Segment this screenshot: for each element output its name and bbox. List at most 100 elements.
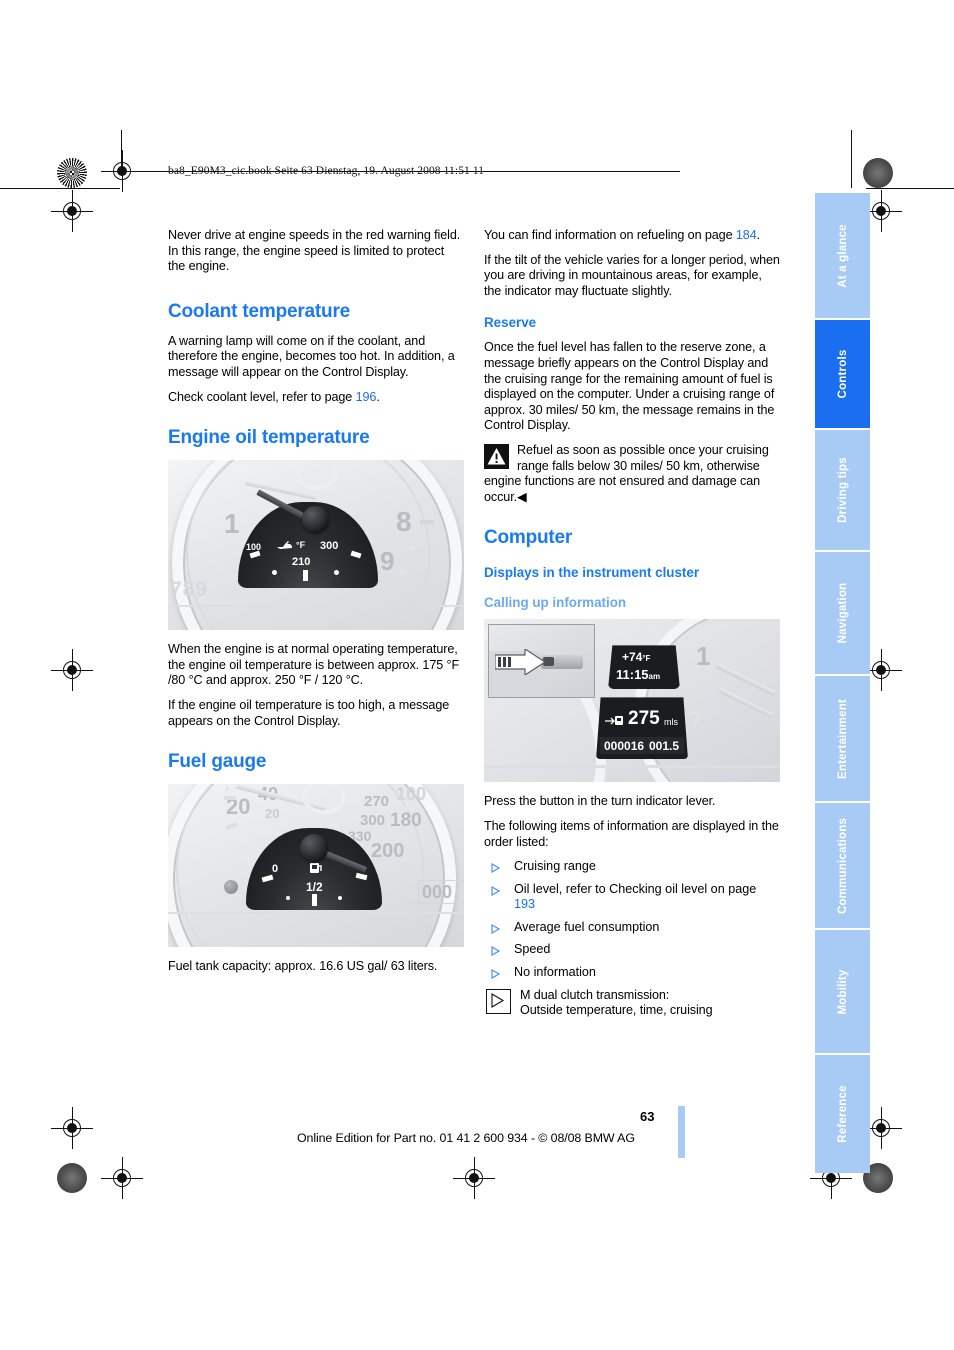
lcd-range-odometer: 275 mls 000016 001.5 — [596, 697, 688, 760]
list-item-label: Cruising range — [514, 859, 596, 874]
fuel-capacity-paragraph: Fuel tank capacity: approx. 16.6 US gal/… — [168, 959, 438, 974]
cluster-tach-number: 1 — [696, 641, 711, 672]
list-item-label: Average fuel consumption — [514, 919, 660, 934]
engine-oil-paragraph-1: When the engine is at normal operating t… — [168, 642, 460, 688]
speedo-number-270: 270 — [364, 793, 390, 811]
coolant-paragraph-1: A warning lamp will come on if the coola… — [168, 333, 455, 379]
odometer-fragment: 789 — [170, 578, 209, 602]
page-link-193[interactable]: 193 — [514, 897, 535, 911]
trim-line-upper-left-h — [0, 188, 120, 189]
list-item-label: Speed — [514, 942, 551, 957]
heading-fuel-gauge: Fuel gauge — [168, 751, 267, 773]
sidebar-tab-label: Controls — [836, 349, 849, 399]
cruising-range-value: 275 — [628, 708, 660, 730]
crosshair-left-upper — [51, 190, 93, 232]
triangle-bullet-icon — [491, 945, 501, 957]
sidebar-tab-label: Driving tips — [836, 457, 849, 523]
oil-can-icon — [277, 541, 292, 550]
inset-turn-indicator-lever — [488, 624, 595, 699]
speedo-tick-left-a — [224, 796, 236, 801]
fuel-empty-label: 0 — [272, 863, 279, 876]
coolant-p2-prefix: Check coolant level, refer to page — [168, 389, 356, 404]
page-link-184[interactable]: 184 — [736, 228, 757, 242]
reserve-paragraph-1: Once the fuel level has fallen to the re… — [484, 340, 775, 433]
triangle-bullet-icon — [491, 862, 501, 874]
heading-displays-in-instrument-cluster: Displays in the instrument cluster — [484, 565, 700, 581]
crosshair-right-mid — [860, 649, 902, 691]
clock-value: 11:15am — [616, 667, 661, 683]
sidebar-tab-communications[interactable]: Communications — [815, 803, 870, 928]
crosshair-top-right — [860, 190, 902, 232]
crosshair-right-lower — [860, 1107, 902, 1149]
list-item: Speed — [484, 942, 780, 958]
sidebar-tab-label: Navigation — [836, 582, 849, 644]
clock-suffix: am — [648, 672, 661, 682]
sidebar-tab-navigation[interactable]: Navigation — [815, 552, 870, 674]
oil-temp-mid-label: 210 — [292, 556, 311, 569]
intro-paragraph: Never drive at engine speeds in the red … — [168, 228, 461, 274]
page-link-196[interactable]: 196 — [356, 390, 377, 404]
refuel-suffix: . — [756, 228, 761, 242]
heading-reserve: Reserve — [484, 315, 537, 331]
trim-line-top-right-h — [866, 188, 954, 189]
fuel-pump-icon — [310, 863, 322, 874]
halftone-target-top-right — [863, 158, 893, 188]
dct-note-line-2: Outside temperature, time, cruising — [520, 1003, 713, 1018]
speedo-number-100: 100 — [396, 784, 427, 805]
boxed-triangle-icon — [486, 988, 511, 1014]
speedo-number-300: 300 — [360, 812, 386, 830]
engine-oil-paragraph-2: If the engine oil temperature is too hig… — [168, 697, 450, 728]
coolant-p2-suffix: . — [376, 389, 380, 404]
triangle-bullet-icon — [491, 885, 501, 896]
oil-temp-unit-label: °F — [296, 540, 306, 551]
heading-coolant-temperature: Coolant temperature — [168, 300, 351, 322]
range-fuel-icon — [605, 716, 623, 726]
figure-watermark — [771, 722, 778, 778]
oil-temp-tick-center — [303, 570, 308, 582]
outside-temperature-value: +74°F — [622, 650, 651, 665]
sidebar-tab-entertainment[interactable]: Entertainment — [815, 676, 870, 801]
speedo-number-180: 180 — [390, 810, 422, 832]
sidebar-tab-controls[interactable]: Controls — [815, 320, 870, 428]
list-item: Oil level, refer to Checking oil level o… — [484, 882, 780, 913]
list-item-label: No information — [514, 965, 596, 980]
oil-temp-max-label: 300 — [320, 540, 339, 553]
list-item: Cruising range — [484, 859, 780, 875]
sidebar-tab-at-a-glance[interactable]: At a glance — [815, 193, 870, 318]
fuel-odometer-fragment: 000 — [422, 882, 453, 903]
footer-text: Online Edition for Part no. 01 41 2 600 … — [297, 1131, 635, 1145]
halftone-target-top-left — [57, 158, 87, 188]
figure-watermark — [455, 887, 462, 943]
tach-number-1: 1 — [224, 508, 240, 540]
crosshair-left-mid — [51, 649, 93, 691]
list-item: No information — [484, 965, 780, 981]
sidebar-tab-mobility[interactable]: Mobility — [815, 930, 870, 1053]
lcd-temperature-clock: +74°F 11:15am — [608, 645, 680, 690]
trim-line-top-right-v — [851, 130, 852, 188]
sidebar-tab-label: Mobility — [836, 968, 849, 1015]
tach-tick-right — [420, 520, 434, 525]
warning-triangle-icon — [484, 443, 509, 469]
tilt-paragraph: If the tilt of the vehicle varies for a … — [484, 252, 780, 298]
trip-value: 001.5 — [649, 739, 680, 754]
crosshair-bottom-center — [453, 1157, 495, 1199]
halftone-target-bottom-left — [57, 1163, 87, 1193]
figure-fuel-gauge: 20 40 20 270 100 300 180 330 200 000 0 1… — [168, 784, 464, 948]
sidebar-tab-driving-tips[interactable]: Driving tips — [815, 430, 870, 550]
sidebar-tab-reference[interactable]: Reference — [815, 1055, 870, 1173]
refuel-warning-text: Refuel as soon as possible once your cru… — [484, 442, 769, 504]
left-column: Never drive at engine speeds in the red … — [168, 228, 464, 984]
footer-accent-bar — [678, 1106, 685, 1158]
dct-note-block: M dual clutch transmission: Outside temp… — [484, 988, 780, 1019]
sidebar-tab-label: Communications — [836, 817, 849, 914]
triangle-bullet-icon — [491, 923, 501, 934]
sidebar-tab-label: At a glance — [836, 223, 849, 288]
heading-engine-oil-temperature: Engine oil temperature — [168, 427, 370, 449]
tach-number-8: 8 — [396, 506, 412, 538]
warning-block: Refuel as soon as possible once your cru… — [484, 443, 780, 505]
odometer-value: 000016 — [604, 739, 645, 754]
temperature-unit: °F — [642, 654, 651, 664]
crosshair-left-lower — [51, 1107, 93, 1149]
list-item-label: Oil level, refer to Checking oil level o… — [514, 881, 757, 896]
triangle-bullet-icon — [491, 968, 501, 980]
